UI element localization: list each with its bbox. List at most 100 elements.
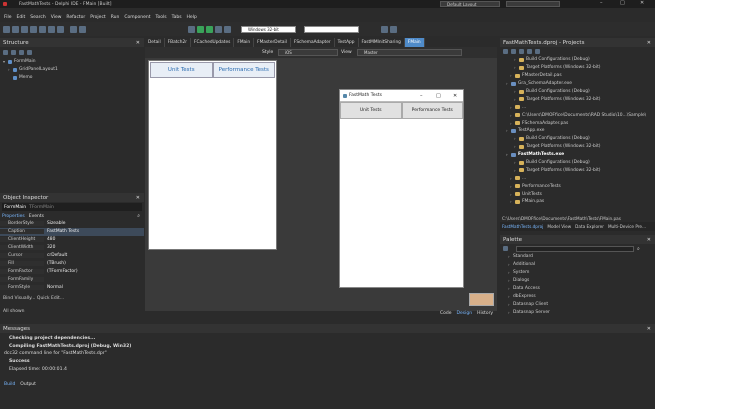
designed-form[interactable]: Unit Tests Performance Tests (148, 60, 277, 250)
tab-properties[interactable]: Properties (2, 214, 25, 219)
editor-tab[interactable]: FMasterDetail (254, 38, 291, 47)
structure-item[interactable]: › GridPanelLayout1 (3, 66, 144, 74)
running-app-window[interactable]: FastMath Tests – □ ✕ Unit Tests Performa… (339, 89, 464, 288)
palette-category[interactable]: › dbExpress (508, 292, 655, 300)
project-tree-item[interactable]: › Target Platforms (Windows 32-bit) (506, 64, 655, 72)
search-icon[interactable]: ⌕ (137, 213, 140, 219)
collapse-icon[interactable] (11, 49, 16, 55)
editor-tab[interactable]: TestApp (335, 38, 359, 47)
back-icon[interactable] (381, 25, 388, 33)
view-combo[interactable]: Master (357, 49, 462, 56)
run-without-debug-icon[interactable] (206, 25, 213, 33)
palette-category[interactable]: › Standard (508, 253, 655, 261)
activate-icon[interactable] (503, 49, 508, 54)
project-tree-item[interactable]: › TestApp.exe (506, 127, 655, 135)
project-tree-item[interactable]: ›... (506, 103, 655, 111)
project-tree-item[interactable]: › Target Platforms (Windows 32-bit) (506, 95, 655, 103)
editor-tab[interactable]: FCachedUpdates (191, 38, 235, 47)
project-tree-item[interactable]: › Build Configurations (Debug) (506, 135, 655, 143)
maximize-icon[interactable]: □ (620, 0, 625, 6)
property-value[interactable]: FastMath Tests (44, 229, 144, 234)
menu-item[interactable]: Search (30, 15, 45, 20)
tab-history[interactable]: History (477, 311, 493, 316)
editor-tab[interactable]: FastMMInitSharing (359, 38, 405, 47)
open-project-icon[interactable] (39, 25, 46, 33)
performance-tests-button[interactable]: Performance Tests (212, 62, 275, 78)
sync-icon[interactable] (511, 49, 516, 54)
property-value[interactable]: (TFormFactor) (44, 269, 144, 274)
remove-file-icon[interactable] (57, 25, 64, 33)
up-icon[interactable] (19, 49, 24, 55)
menu-item[interactable]: Refactor (66, 15, 85, 20)
menu-item[interactable]: File (4, 15, 12, 20)
style-combo[interactable]: iOS (278, 49, 338, 56)
unit-tests-button[interactable]: Unit Tests (150, 62, 213, 78)
projects-tab[interactable]: Model View (547, 224, 571, 229)
options-icon[interactable] (535, 49, 540, 54)
editor-tab[interactable]: FBatch2r (165, 38, 191, 47)
property-value[interactable]: 320 (44, 245, 144, 250)
property-row[interactable]: ClientWidth 320 (0, 244, 144, 252)
project-tree-item[interactable]: › UnitTests (506, 190, 655, 198)
new-icon[interactable] (3, 25, 10, 33)
project-tree-item[interactable]: › Build Configurations (Debug) (506, 56, 655, 64)
editor-tab[interactable]: Detail (145, 38, 165, 47)
tab-design[interactable]: Design (457, 311, 473, 316)
palette-menu-icon[interactable] (503, 246, 508, 251)
stop-icon[interactable] (224, 25, 231, 33)
projects-tab[interactable]: Multi-Device Pre... (608, 224, 646, 229)
project-tree-item[interactable]: ›... (506, 174, 655, 182)
minimize-icon[interactable]: – (600, 0, 603, 6)
project-tree-item[interactable]: › Gra_SchemaAdapter.exe (506, 80, 655, 88)
tab-build[interactable]: Build (4, 382, 15, 387)
preview-thumbnail[interactable] (469, 293, 494, 306)
project-tree-item[interactable]: › PerformanceTests (506, 182, 655, 190)
property-row[interactable]: FormFactor (TFormFactor) (0, 267, 144, 275)
editor-tab[interactable]: FMain (234, 38, 255, 47)
pause-icon[interactable] (215, 25, 222, 33)
property-row[interactable]: FormFamily (0, 275, 144, 283)
menu-item[interactable]: Run (111, 15, 120, 20)
close-icon[interactable]: ✕ (647, 326, 651, 332)
project-tree-item[interactable]: › FMain.pas (506, 198, 655, 206)
tab-events[interactable]: Events (29, 214, 44, 219)
search-box[interactable] (506, 1, 560, 7)
maximize-icon[interactable]: □ (436, 93, 441, 99)
layout-combo[interactable]: Default Layout (440, 1, 500, 7)
expand-icon[interactable] (3, 49, 8, 55)
structure-item[interactable]: Memo (3, 74, 144, 82)
property-row[interactable]: Fill (TBrush) (0, 259, 144, 267)
app-unit-tests-button[interactable]: Unit Tests (340, 102, 402, 119)
project-tree-item[interactable]: › Build Configurations (Debug) (506, 88, 655, 96)
project-tree-item[interactable]: › Target Platforms (Windows 32-bit) (506, 143, 655, 151)
property-row[interactable]: Cursor crDefault (0, 252, 144, 260)
editor-tab[interactable]: FSchemaAdapter (291, 38, 335, 47)
project-tree-item[interactable]: › FSchemaAdapter.pas (506, 119, 655, 127)
save-all-icon[interactable] (30, 25, 37, 33)
menu-item[interactable]: Tools (155, 15, 166, 20)
editor-tab[interactable]: FMain (404, 38, 425, 47)
structure-item[interactable]: ▾ FormMain (3, 58, 144, 66)
palette-category[interactable]: › Dialogs (508, 277, 655, 285)
tab-output[interactable]: Output (20, 382, 36, 387)
palette-search-input[interactable] (516, 245, 634, 252)
property-value[interactable]: Normal (44, 285, 144, 290)
project-tree-item[interactable]: › Target Platforms (Windows 32-bit) (506, 166, 655, 174)
property-value[interactable]: Sizeable (44, 221, 144, 226)
component-selector[interactable]: FormMain TFormMain (2, 203, 142, 211)
open-icon[interactable] (12, 25, 19, 33)
menu-item[interactable]: Project (90, 15, 105, 20)
property-value[interactable]: 480 (44, 237, 144, 242)
project-tree-item[interactable]: › Build Configurations (Debug) (506, 159, 655, 167)
tab-code[interactable]: Code (440, 311, 452, 316)
toggle-form-icon[interactable] (188, 25, 195, 33)
property-row[interactable]: FormStyle Normal (0, 283, 144, 291)
menu-item[interactable]: View (51, 15, 62, 20)
close-icon[interactable]: ✕ (453, 93, 457, 99)
project-tree-item[interactable]: › FMasterDetail.pas (506, 72, 655, 80)
menu-item[interactable]: Tabs (172, 15, 182, 20)
redo-icon[interactable] (79, 25, 86, 33)
close-icon[interactable]: ✕ (136, 40, 140, 46)
close-icon[interactable]: ✕ (136, 195, 140, 201)
property-value[interactable]: crDefault (44, 253, 144, 258)
